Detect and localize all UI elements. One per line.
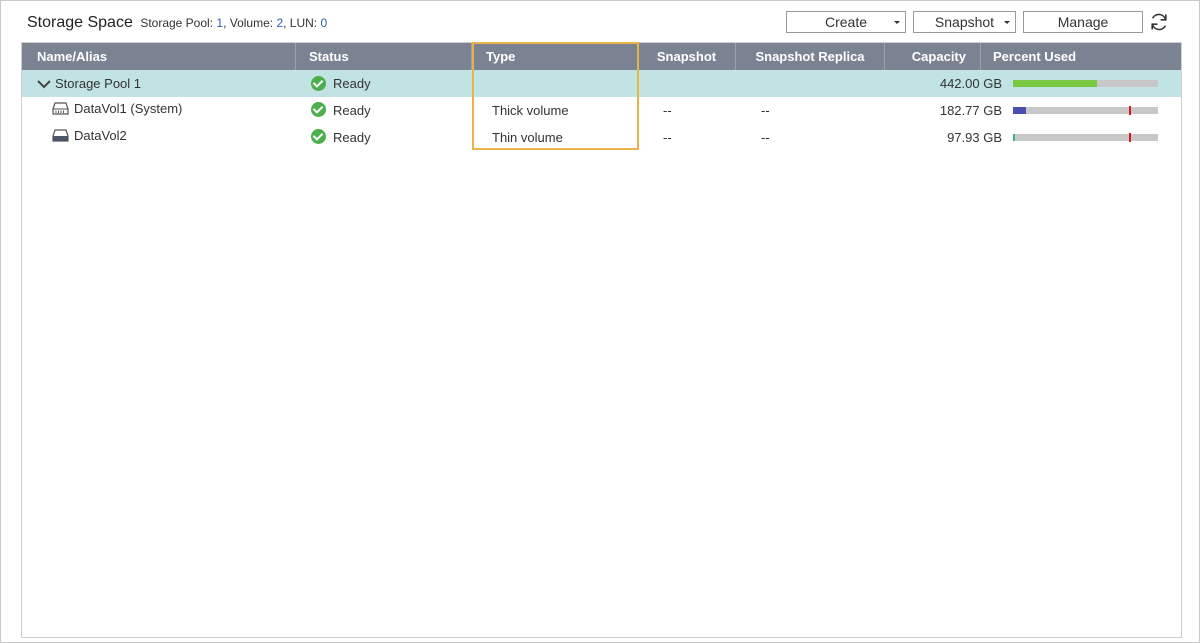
threshold-marker [1129, 106, 1131, 115]
volume-icon [52, 129, 69, 142]
create-dropdown-caret-icon [894, 21, 900, 24]
table-row-datavol2[interactable]: DataVol2 Ready Thin volume -- -- 97.93 G… [22, 124, 1181, 151]
row-snapshot-replica: -- [761, 130, 770, 145]
column-type[interactable]: Type [471, 43, 637, 70]
table-header: Name/Alias Status Type Snapshot Snapshot… [22, 43, 1181, 70]
row-status: Ready [333, 103, 371, 118]
row-snapshot-replica: -- [761, 103, 770, 118]
column-snapshot[interactable]: Snapshot [637, 43, 735, 70]
create-button[interactable]: Create [786, 11, 906, 33]
row-capacity: 442.00 GB [939, 76, 1002, 91]
create-button-label: Create [824, 14, 868, 30]
ready-check-icon [311, 76, 326, 91]
lun-count-label: , LUN: [283, 16, 321, 30]
row-name: DataVol1 (System) [74, 101, 183, 116]
row-snapshot: -- [663, 130, 672, 145]
storage-space-panel: Storage Space Storage Pool: 1, Volume: 2… [0, 0, 1200, 643]
storage-summary: Storage Pool: 1, Volume: 2, LUN: 0 [140, 16, 327, 30]
row-status: Ready [333, 130, 371, 145]
pool-count-label: Storage Pool: [140, 16, 217, 30]
column-status[interactable]: Status [295, 43, 471, 70]
storage-table: Name/Alias Status Type Snapshot Snapshot… [21, 42, 1182, 638]
column-capacity[interactable]: Capacity [884, 43, 980, 70]
column-name-alias[interactable]: Name/Alias [37, 43, 295, 70]
row-status: Ready [333, 76, 371, 91]
ready-check-icon [311, 129, 326, 144]
percent-used-fill [1013, 134, 1016, 141]
manage-button-label: Manage [1057, 14, 1109, 30]
lun-count: 0 [320, 16, 328, 30]
table-row-storage-pool-1[interactable]: Storage Pool 1 Ready 442.00 GB [22, 70, 1181, 97]
row-capacity: 182.77 GB [939, 103, 1002, 118]
row-capacity: 97.93 GB [947, 130, 1002, 145]
percent-used-bar [1013, 133, 1158, 142]
volume-count-label: , Volume: [223, 16, 277, 30]
row-type: Thin volume [492, 130, 563, 145]
snapshot-button[interactable]: Snapshot [913, 11, 1016, 33]
percent-used-bar [1013, 80, 1158, 87]
row-type: Thick volume [492, 103, 569, 118]
page-title-text: Storage Space [27, 14, 133, 31]
row-snapshot: -- [663, 103, 672, 118]
threshold-marker [1129, 133, 1131, 142]
manage-button[interactable]: Manage [1023, 11, 1143, 33]
percent-used-fill [1013, 80, 1098, 87]
column-snapshot-replica[interactable]: Snapshot Replica [735, 43, 884, 70]
column-percent-used[interactable]: Percent Used [980, 43, 1180, 70]
chevron-down-icon[interactable] [37, 79, 51, 89]
percent-used-fill [1013, 107, 1027, 114]
percent-used-bar [1013, 106, 1158, 115]
ready-check-icon [311, 102, 326, 117]
toolbar: Storage Space Storage Pool: 1, Volume: 2… [1, 1, 1199, 41]
row-name: Storage Pool 1 [55, 76, 142, 91]
volume-system-icon [52, 102, 69, 115]
snapshot-button-label: Snapshot [934, 14, 995, 30]
snapshot-dropdown-caret-icon [1004, 21, 1010, 24]
page-title: Storage Space Storage Pool: 1, Volume: 2… [27, 14, 327, 32]
row-name: DataVol2 [74, 128, 127, 143]
table-row-datavol1[interactable]: DataVol1 (System) Ready Thick volume -- … [22, 97, 1181, 124]
refresh-icon[interactable] [1148, 11, 1170, 33]
